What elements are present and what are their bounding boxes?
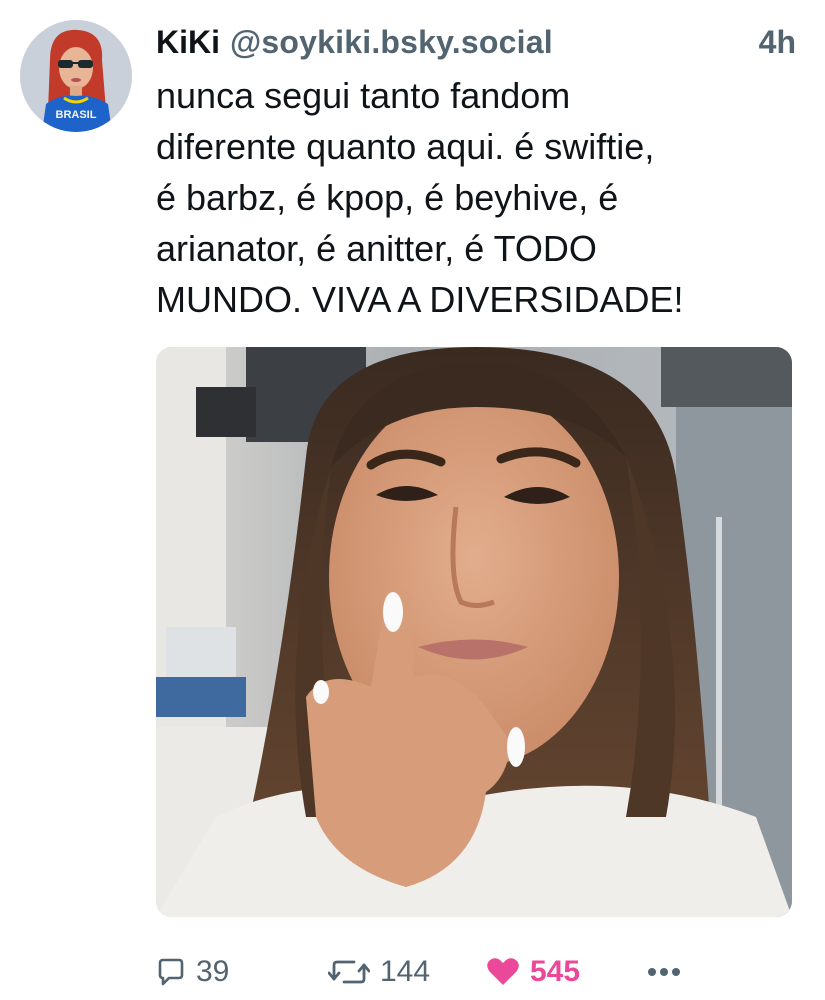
- reply-button[interactable]: 39: [156, 950, 229, 994]
- avatar-shirt-text: BRASIL: [56, 109, 97, 121]
- post-header: KiKi @soykiki.bsky.social 4h: [156, 22, 796, 62]
- speech-bubble-icon: [156, 957, 186, 987]
- post-text: nunca segui tanto fandom diferente quant…: [156, 75, 684, 320]
- repost-count: 144: [380, 955, 431, 988]
- like-button[interactable]: 545: [486, 950, 580, 994]
- handle[interactable]: @soykiki.bsky.social: [230, 22, 553, 62]
- more-options-button[interactable]: [646, 950, 692, 994]
- avatar-image: BRASIL: [20, 20, 132, 132]
- post-image[interactable]: [156, 347, 792, 917]
- repost-arrows-icon: [328, 957, 370, 987]
- timestamp[interactable]: 4h: [759, 22, 796, 62]
- avatar[interactable]: BRASIL: [20, 20, 132, 132]
- repost-button[interactable]: 144: [328, 950, 430, 994]
- heart-icon: [486, 957, 520, 987]
- reply-count: 39: [196, 955, 230, 988]
- display-name[interactable]: KiKi: [156, 22, 220, 62]
- ellipsis-icon: [646, 966, 682, 978]
- post-card: BRASIL KiKi @soykiki.bsky.social 4h nunc…: [0, 0, 825, 1000]
- like-count: 545: [530, 955, 581, 988]
- selfie-photo: [156, 347, 792, 917]
- action-bar: 39 144 545: [156, 950, 796, 994]
